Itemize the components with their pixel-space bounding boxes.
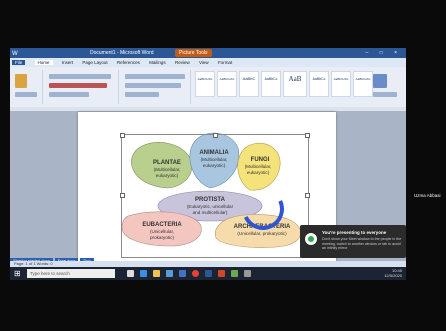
taskbar-apps [127,270,257,277]
shared-screen: W Document1 - Microsoft Word Picture Too… [10,48,406,280]
task-view-icon[interactable] [127,270,134,277]
resize-handle[interactable] [213,133,218,138]
app-icon[interactable] [231,270,238,277]
meeting-screen: W Document1 - Microsoft Word Picture Too… [0,0,446,331]
presenting-notification[interactable]: You're presenting to everyone Don't show… [300,225,406,258]
chrome-icon[interactable] [192,270,199,277]
resize-handle[interactable] [120,193,125,198]
resize-handle[interactable] [305,193,310,198]
chrome-icon [305,233,317,245]
edge-icon[interactable] [140,270,147,277]
notification-title: You're presenting to everyone [322,230,387,235]
file-explorer-icon[interactable] [153,270,160,277]
participant-name: Uzma Abbasi [414,193,441,198]
windows-start-icon[interactable]: ⊞ [14,269,22,278]
store-icon[interactable] [166,270,173,277]
selection-box[interactable] [120,133,310,258]
status-text: Page: 1 of 1 Words: 0 [14,261,53,266]
word-icon[interactable] [205,270,212,277]
powerpoint-icon[interactable] [218,270,225,277]
notification-body: Don't show your Meet window to the peopl… [322,237,402,250]
resize-handle[interactable] [120,133,125,138]
taskbar-search-input[interactable]: Type here to search [27,269,115,278]
windows-taskbar: ⊞ Type here to search 10:45 12/5/2020 [10,267,406,280]
system-tray[interactable]: 10:45 12/5/2020 [384,268,402,278]
resize-handle[interactable] [305,133,310,138]
mail-icon[interactable] [179,270,186,277]
clock-date: 12/5/2020 [384,273,402,278]
app-icon[interactable] [244,270,251,277]
